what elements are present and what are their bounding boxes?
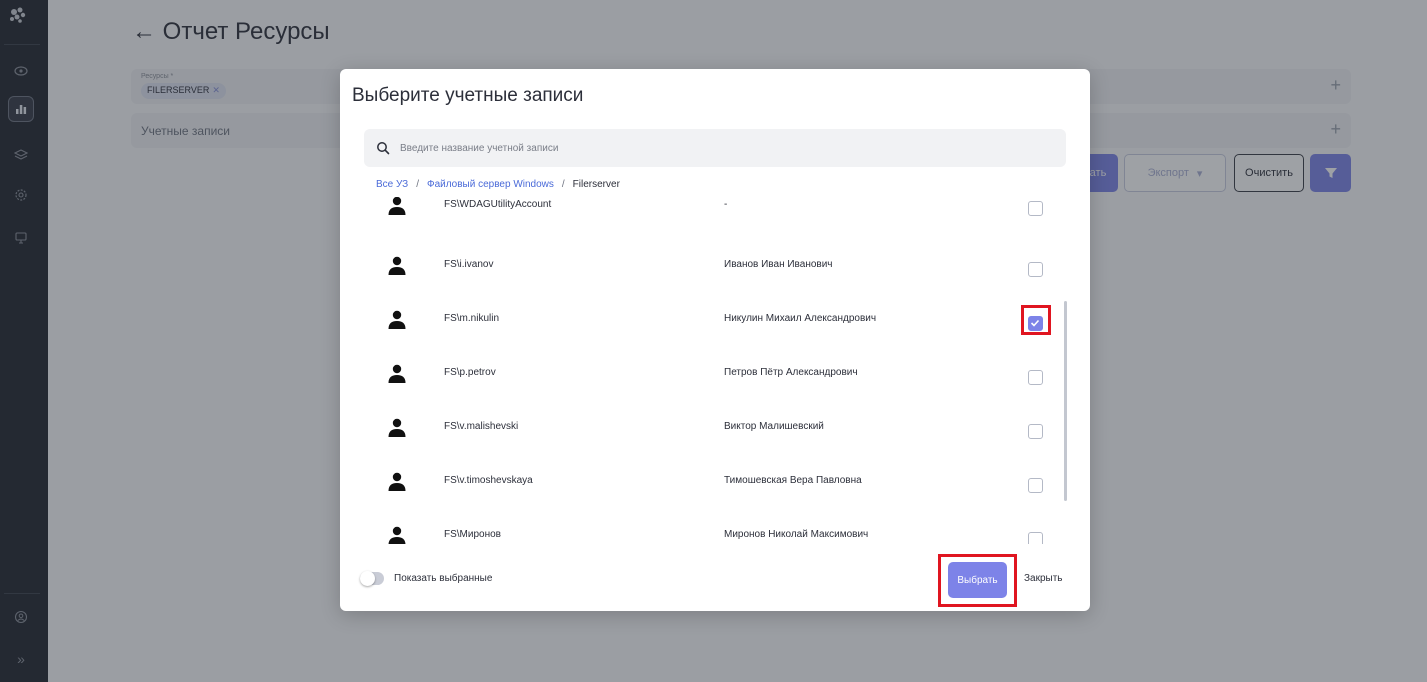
checkbox[interactable] <box>1028 478 1043 493</box>
account-row[interactable]: FS\p.petrov Петров Пётр Александрович <box>364 359 1054 413</box>
account-login: FS\v.malishevski <box>444 421 519 432</box>
account-row[interactable]: FS\WDAGUtilityAccount - <box>364 197 1054 245</box>
account-row[interactable]: FS\i.ivanov Иванов Иван Иванович <box>364 251 1054 305</box>
search-box <box>364 129 1066 167</box>
account-full-name: Петров Пётр Александрович <box>724 367 858 378</box>
checkbox[interactable] <box>1028 201 1043 216</box>
account-full-name: Иванов Иван Иванович <box>724 259 833 270</box>
account-login: FS\i.ivanov <box>444 259 494 270</box>
breadcrumb-separator: / <box>561 179 565 190</box>
breadcrumb: Все УЗ / Файловый сервер Windows / Filer… <box>376 179 620 190</box>
breadcrumb-current: Filerserver <box>572 179 620 190</box>
breadcrumb-windows-file-server[interactable]: Файловый сервер Windows <box>427 179 554 190</box>
search-icon <box>377 142 390 155</box>
toggle-knob <box>360 571 375 586</box>
person-icon <box>388 310 406 329</box>
person-icon <box>388 418 406 437</box>
list-scrollbar[interactable] <box>1064 301 1067 501</box>
account-login: FS\v.timoshevskaya <box>444 475 533 486</box>
account-full-name: Тимошевская Вера Павловна <box>724 475 862 486</box>
show-selected-toggle[interactable] <box>360 571 384 586</box>
checkbox[interactable] <box>1028 370 1043 385</box>
person-icon <box>388 472 406 491</box>
checkbox-highlight <box>1021 305 1051 335</box>
breadcrumb-all-accounts[interactable]: Все УЗ <box>376 179 408 190</box>
checkbox[interactable] <box>1028 532 1043 544</box>
account-login: FS\WDAGUtilityAccount <box>444 199 552 210</box>
select-accounts-dialog: Выберите учетные записи Все УЗ / Файловы… <box>340 69 1090 611</box>
person-icon <box>388 256 406 275</box>
person-icon <box>388 364 406 383</box>
account-row[interactable]: FS\v.malishevski Виктор Малишевский <box>364 413 1054 467</box>
show-selected-label: Показать выбранные <box>394 573 493 584</box>
account-full-name: Никулин Михаил Александрович <box>724 313 877 324</box>
close-button[interactable]: Закрыть <box>1024 573 1063 584</box>
select-button[interactable]: Выбрать <box>948 562 1007 598</box>
checkbox[interactable] <box>1028 424 1043 439</box>
accounts-list[interactable]: FS\WDAGUtilityAccount - FS\i.ivanov Иванов … <box>364 197 1066 544</box>
account-row[interactable]: FS\Миронов Миронов Николай Максимович <box>364 521 1054 544</box>
account-full-name: Миронов Николай Максимович <box>724 529 869 540</box>
account-full-name: Виктор Малишевский <box>724 421 824 432</box>
person-icon <box>388 197 406 215</box>
account-login: FS\Миронов <box>444 529 501 540</box>
search-input[interactable] <box>400 129 1040 167</box>
account-login: FS\m.nikulin <box>444 313 500 324</box>
account-row[interactable]: FS\v.timoshevskaya Тимошевская Вера Павло… <box>364 467 1054 521</box>
account-row[interactable]: FS\m.nikulin Никулин Михаил Александрович <box>364 305 1054 359</box>
person-icon <box>388 526 406 544</box>
breadcrumb-separator: / <box>416 179 419 190</box>
dialog-title: Выберите учетные записи <box>352 85 584 106</box>
account-full-name: - <box>724 199 728 210</box>
account-login: FS\p.petrov <box>444 367 496 378</box>
checkbox[interactable] <box>1028 262 1043 277</box>
